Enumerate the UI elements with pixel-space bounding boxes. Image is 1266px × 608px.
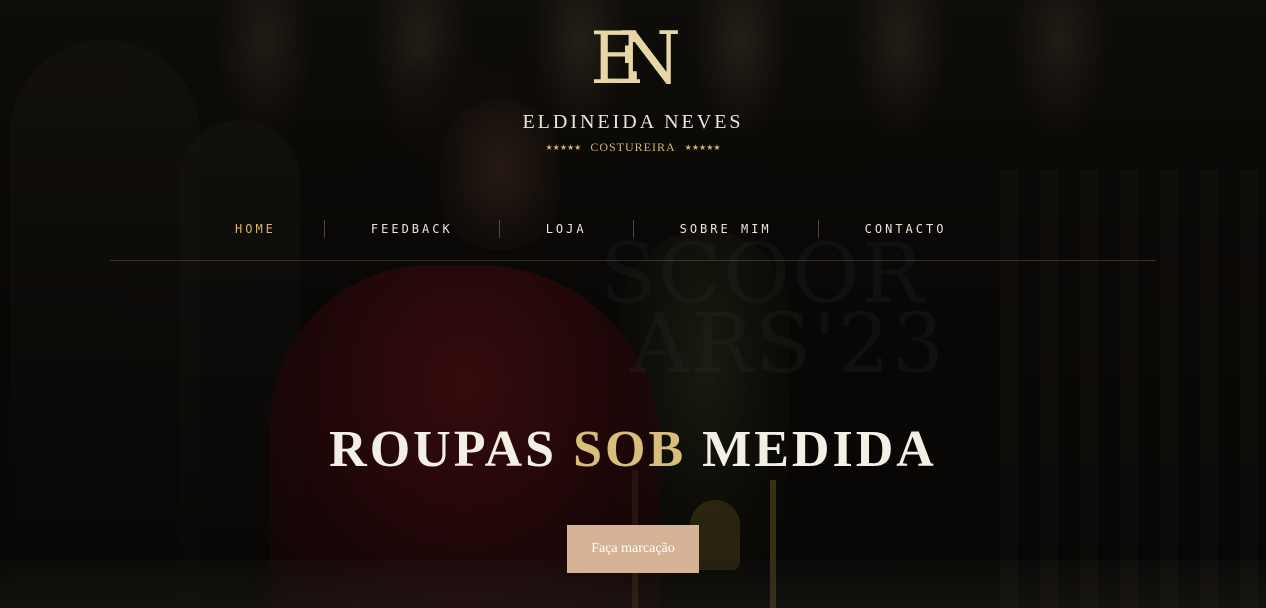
- nav-item-loja[interactable]: LOJA: [546, 222, 587, 236]
- nav-separator: [323, 220, 325, 238]
- nav-separator: [632, 220, 634, 238]
- nav-item-home[interactable]: HOME: [235, 222, 276, 236]
- booking-button[interactable]: Faça marcação: [567, 525, 699, 573]
- brand-subtitle: ★★★★★ COSTUREIRA ★★★★★: [0, 140, 1266, 155]
- hero-headline: ROUPAS SOB MEDIDA: [0, 420, 1266, 479]
- headline-word: ROUPAS: [329, 421, 558, 478]
- nav-item-feedback[interactable]: FEEDBACK: [371, 222, 453, 236]
- brand-subtitle-text: COSTUREIRA: [590, 140, 676, 154]
- brand-name: ELDINEIDA NEVES: [522, 111, 744, 133]
- brand: E N ELDINEIDA NEVES ★★★★★ COSTUREIRA ★★★★★: [0, 22, 1266, 155]
- nav-list: HOME FEEDBACK LOJA SOBRE MIM CONTACTO: [235, 212, 946, 246]
- hero-section: SCOOR ARS'23 E N ELDINEIDA NEVES ★★★★★ CO…: [0, 0, 1266, 608]
- stars-icon: ★★★★★: [684, 143, 721, 152]
- nav-item-contacto[interactable]: CONTACTO: [865, 222, 947, 236]
- nav-item-sobre-mim[interactable]: SOBRE MIM: [680, 222, 772, 236]
- headline-word: MEDIDA: [702, 421, 937, 478]
- main-nav: HOME FEEDBACK LOJA SOBRE MIM CONTACTO: [110, 212, 1156, 261]
- nav-separator: [817, 220, 819, 238]
- logo-monogram[interactable]: E N: [588, 16, 681, 100]
- stars-icon: ★★★★★: [545, 143, 582, 152]
- logo-letter: N: [618, 16, 681, 100]
- nav-separator: [498, 220, 500, 238]
- headline-accent-word: SOB: [573, 421, 687, 478]
